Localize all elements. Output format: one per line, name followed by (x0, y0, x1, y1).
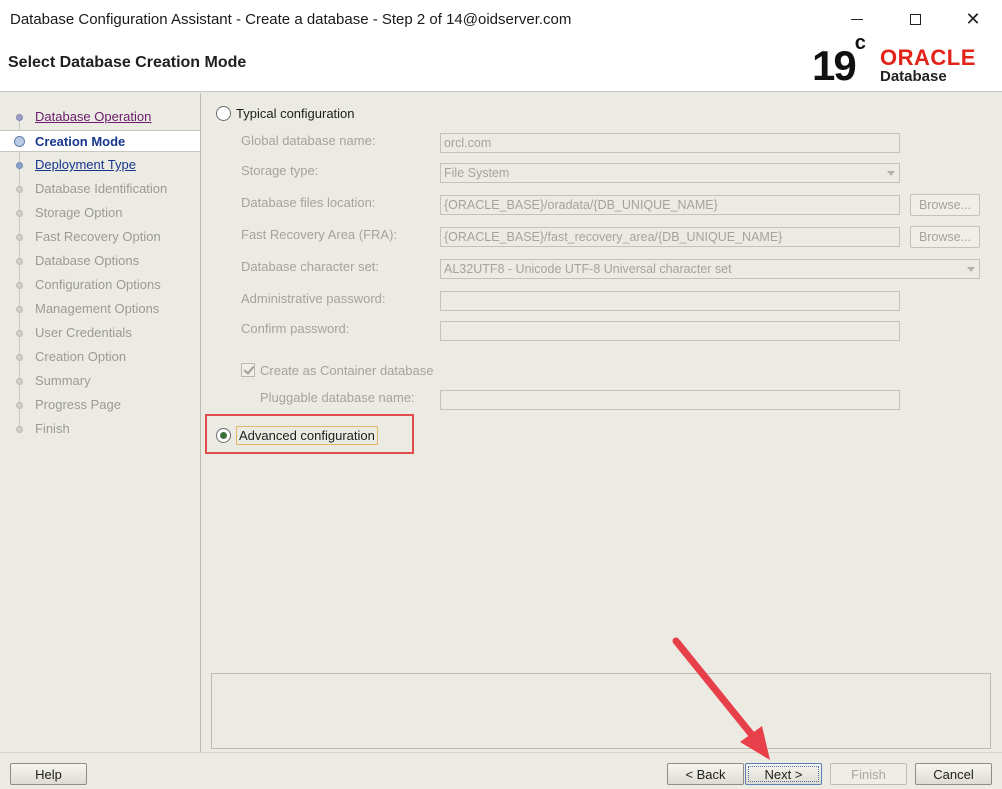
storage-type-label: Storage type: (241, 163, 319, 178)
sidebar-step-database-identification: Database Identification (0, 178, 200, 200)
window-title: Database Configuration Assistant - Creat… (10, 10, 572, 28)
step-indicator-icon (16, 210, 23, 217)
sidebar-step-label: Database Operation (35, 109, 152, 124)
step-indicator-icon (16, 186, 23, 193)
step-indicator-icon (16, 426, 23, 433)
sidebar-step-label: Management Options (35, 301, 160, 316)
page-header: Select Database Creation Mode 19c ORACLE… (0, 32, 1002, 92)
sidebar-step-database-operation[interactable]: Database Operation (0, 106, 200, 128)
close-icon: ✕ (965, 8, 981, 30)
charset-select[interactable]: AL32UTF8 - Unicode UTF-8 Universal chara… (440, 259, 980, 279)
sidebar-step-label: Summary (35, 373, 91, 388)
step-indicator-icon (16, 378, 23, 385)
advanced-config-option[interactable]: Advanced configuration (205, 414, 414, 454)
title-bar: Database Configuration Assistant - Creat… (0, 0, 1002, 38)
sidebar-step-label: Database Identification (35, 181, 168, 196)
button-bar: Help < Back Next > Finish Cancel (0, 752, 1002, 789)
fra-browse-button[interactable]: Browse... (910, 226, 980, 248)
advanced-config-radio[interactable] (216, 428, 231, 443)
db-files-location-field[interactable]: {ORACLE_BASE}/oradata/{DB_UNIQUE_NAME} (440, 195, 900, 215)
container-db-label: Create as Container database (260, 363, 434, 378)
sidebar-step-configuration-options: Configuration Options (0, 274, 200, 296)
step-indicator-icon (16, 114, 23, 121)
sidebar-step-label: Progress Page (35, 397, 121, 412)
logo-version: 19c (812, 32, 866, 89)
main-panel: Typical configuration Global database na… (202, 93, 1002, 752)
finish-button[interactable]: Finish (830, 763, 907, 785)
sidebar-step-database-options: Database Options (0, 250, 200, 272)
chevron-down-icon (887, 171, 895, 176)
charset-label: Database character set: (241, 259, 380, 274)
back-button[interactable]: < Back (667, 763, 744, 785)
pluggable-db-label: Pluggable database name: (260, 390, 415, 405)
sidebar-step-summary: Summary (0, 370, 200, 392)
admin-password-field[interactable] (440, 291, 900, 311)
typical-config-radio[interactable] (216, 106, 231, 121)
sidebar-step-management-options: Management Options (0, 298, 200, 320)
sidebar-step-storage-option: Storage Option (0, 202, 200, 224)
sidebar-step-progress-page: Progress Page (0, 394, 200, 416)
container-db-checkbox[interactable] (241, 363, 255, 377)
sidebar-step-fast-recovery-option: Fast Recovery Option (0, 226, 200, 248)
logo-product: Database (880, 68, 947, 85)
typical-config-label: Typical configuration (236, 106, 355, 121)
pluggable-db-field[interactable] (440, 390, 900, 410)
maximize-icon (909, 13, 921, 25)
sidebar-step-label: Database Options (35, 253, 140, 268)
fra-field[interactable]: {ORACLE_BASE}/fast_recovery_area/{DB_UNI… (440, 227, 900, 247)
storage-type-value: File System (444, 166, 510, 180)
sidebar-step-label: Storage Option (35, 205, 123, 220)
step-indicator-icon (16, 402, 23, 409)
step-indicator-icon (16, 282, 23, 289)
db-files-browse-button[interactable]: Browse... (910, 194, 980, 216)
close-button[interactable]: ✕ (944, 0, 1002, 38)
cancel-button[interactable]: Cancel (915, 763, 992, 785)
sidebar-step-creation-mode[interactable]: Creation Mode (0, 130, 200, 152)
maximize-button[interactable] (886, 0, 944, 38)
step-indicator-icon (16, 234, 23, 241)
db-files-location-label: Database files location: (241, 195, 376, 210)
storage-type-select[interactable]: File System (440, 163, 900, 183)
sidebar-step-label: Creation Option (35, 349, 127, 364)
step-indicator-icon (16, 258, 23, 265)
typical-config-option[interactable]: Typical configuration (216, 106, 355, 121)
charset-value: AL32UTF8 - Unicode UTF-8 Universal chara… (444, 262, 732, 276)
sidebar-step-user-credentials: User Credentials (0, 322, 200, 344)
message-area (211, 673, 991, 749)
wizard-steps-sidebar: Database Operation Creation Mode Deploymen… (0, 93, 201, 752)
sidebar-step-creation-option: Creation Option (0, 346, 200, 368)
next-button[interactable]: Next > (745, 763, 822, 785)
step-indicator-icon (16, 354, 23, 361)
admin-password-label: Administrative password: (241, 291, 386, 306)
step-indicator-icon (16, 162, 23, 169)
step-indicator-icon (16, 306, 23, 313)
sidebar-step-label: Fast Recovery Option (35, 229, 161, 244)
fra-label: Fast Recovery Area (FRA): (241, 227, 398, 242)
step-indicator-icon (14, 136, 25, 147)
global-db-name-label: Global database name: (241, 133, 376, 148)
sidebar-step-label: Creation Mode (35, 134, 126, 149)
annotation-highlight-box (205, 414, 414, 454)
sidebar-step-deployment-type[interactable]: Deployment Type (0, 154, 200, 176)
page-title: Select Database Creation Mode (8, 54, 247, 71)
sidebar-step-finish: Finish (0, 418, 200, 440)
sidebar-step-label: Deployment Type (35, 157, 136, 172)
sidebar-step-label: Finish (35, 421, 70, 436)
global-db-name-field[interactable]: orcl.com (440, 133, 900, 153)
oracle-logo: 19c ORACLE Database (812, 32, 992, 89)
chevron-down-icon (967, 267, 975, 272)
confirm-password-label: Confirm password: (241, 321, 350, 336)
sidebar-step-label: User Credentials (35, 325, 132, 340)
step-indicator-icon (16, 330, 23, 337)
minimize-icon (851, 18, 863, 20)
confirm-password-field[interactable] (440, 321, 900, 341)
sidebar-step-label: Configuration Options (35, 277, 161, 292)
help-button[interactable]: Help (10, 763, 87, 785)
